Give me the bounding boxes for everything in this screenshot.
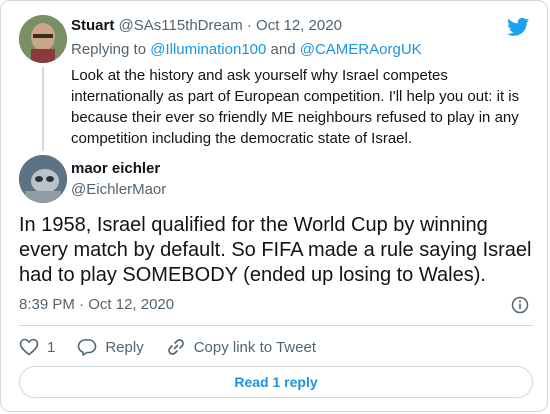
tweet-separator: · <box>79 296 85 313</box>
parent-tweet-text: Look at the history and ask yourself why… <box>71 67 520 147</box>
replying-to-line: Replying to @Illumination100 and @CAMERA… <box>71 41 422 58</box>
replying-prefix: Replying to <box>71 41 147 58</box>
twitter-logo-icon[interactable] <box>507 17 529 37</box>
parent-tweet-header: Stuart @SAs115thDream · Oct 12, 2020 <box>71 17 342 34</box>
tweet-actions-bar: 1 Reply Copy link to Tweet <box>19 336 338 358</box>
reply-button[interactable]: Reply <box>77 338 144 356</box>
main-avatar[interactable] <box>19 155 67 203</box>
parent-date[interactable]: Oct 12, 2020 <box>256 17 342 34</box>
parent-author-handle[interactable]: @SAs115thDream <box>119 17 243 34</box>
copy-link-label: Copy link to Tweet <box>193 338 316 356</box>
tweet-date: Oct 12, 2020 <box>88 296 175 313</box>
thread-connector-line <box>42 67 44 151</box>
embedded-tweet-card: Stuart @SAs115thDream · Oct 12, 2020 Rep… <box>0 0 548 412</box>
main-author-handle[interactable]: @EichlerMaor <box>71 181 166 198</box>
read-replies-button[interactable]: Read 1 reply <box>19 366 533 398</box>
reply-label: Reply <box>105 338 144 356</box>
parent-avatar[interactable] <box>19 15 67 63</box>
main-author-name[interactable]: maor eichler <box>71 160 160 177</box>
parent-separator: · <box>246 17 252 34</box>
like-count: 1 <box>47 338 56 356</box>
replying-user-link-2[interactable]: @CAMERAorgUK <box>300 41 422 58</box>
link-icon <box>167 339 184 355</box>
heart-icon <box>19 338 39 356</box>
main-tweet-timestamp[interactable]: 8:39 PM · Oct 12, 2020 <box>19 296 174 313</box>
replying-and: and <box>270 41 296 58</box>
actions-divider <box>19 325 533 326</box>
main-tweet-text: In 1958, Israel qualified for the World … <box>19 214 532 286</box>
replying-user-link-1[interactable]: @Illumination100 <box>150 41 266 58</box>
copy-link-button[interactable]: Copy link to Tweet <box>166 338 316 356</box>
reply-icon <box>78 339 97 356</box>
parent-author-name[interactable]: Stuart <box>71 17 114 34</box>
like-button[interactable]: 1 <box>19 338 55 356</box>
info-icon[interactable] <box>511 296 529 314</box>
tweet-time: 8:39 PM <box>19 296 75 313</box>
